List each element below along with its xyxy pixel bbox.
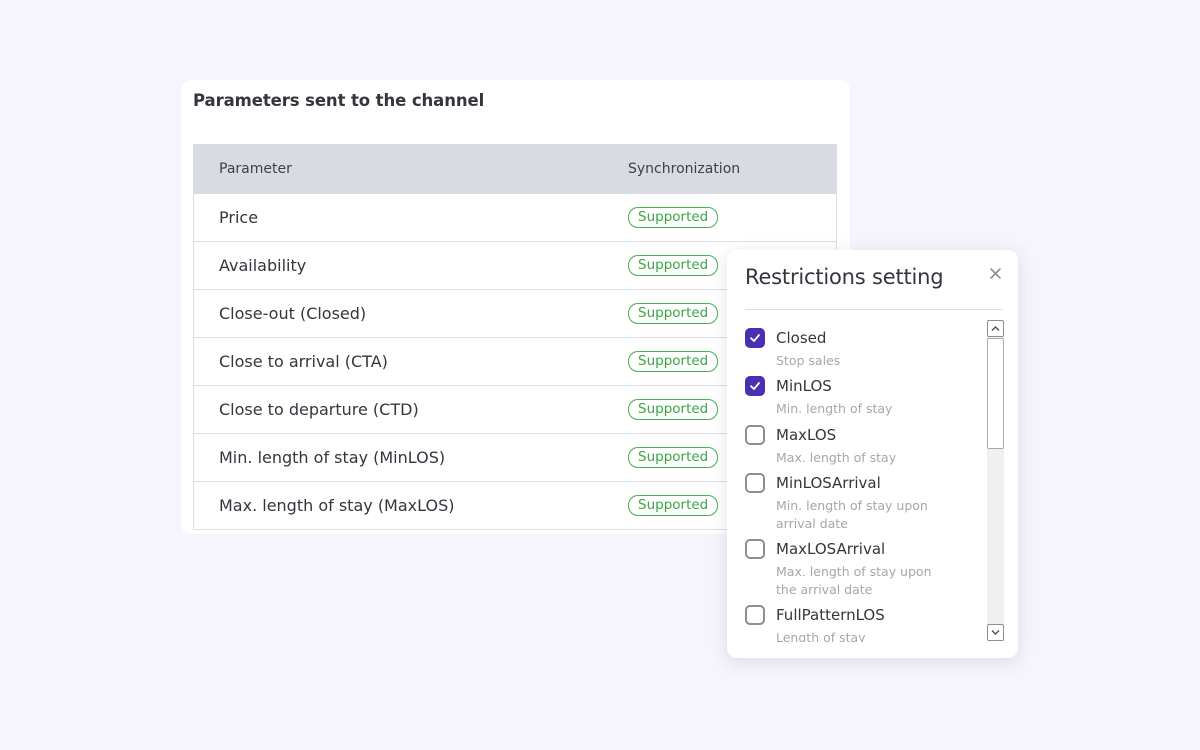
checkmark-icon <box>750 382 760 390</box>
status-badge: Supported <box>628 207 719 228</box>
restriction-description: Min. length of stay upon arrival date <box>776 498 928 531</box>
parameters-title: Parameters sent to the channel <box>193 91 485 110</box>
checkmark-icon <box>750 334 760 342</box>
status-badge: Supported <box>628 303 719 324</box>
restriction-description: Min. length of stay <box>776 401 893 416</box>
checkbox[interactable] <box>745 425 765 445</box>
checkbox[interactable] <box>745 539 765 559</box>
checkbox[interactable] <box>745 328 765 348</box>
restriction-name: MinLOS <box>776 377 832 395</box>
parameter-name: Min. length of stay (MinLOS) <box>219 448 446 467</box>
restrictions-list: Closed Stop sales MinLOS Min. length of … <box>745 320 985 642</box>
scroll-thumb[interactable] <box>987 338 1004 449</box>
restriction-name: MaxLOS <box>776 426 837 444</box>
checkbox[interactable] <box>745 473 765 493</box>
table-row: Price Supported <box>193 194 837 242</box>
status-badge: Supported <box>628 255 719 276</box>
parameter-name: Close-out (Closed) <box>219 304 367 323</box>
parameter-name: Price <box>219 208 259 227</box>
parameter-name: Max. length of stay (MaxLOS) <box>219 496 455 515</box>
status-badge: Supported <box>628 495 719 516</box>
table-header: Parameter Synchronization <box>193 144 837 194</box>
scroll-down-button[interactable] <box>987 624 1004 641</box>
checkbox[interactable] <box>745 605 765 625</box>
restriction-name: MaxLOSArrival <box>776 540 886 558</box>
parameter-name: Close to departure (CTD) <box>219 400 419 419</box>
status-badge: Supported <box>628 351 719 372</box>
chevron-up-icon <box>991 326 1000 331</box>
column-header-parameter: Parameter <box>219 161 292 177</box>
restriction-description: Max. length of stay upon the arrival dat… <box>776 564 932 597</box>
scroll-up-button[interactable] <box>987 320 1004 337</box>
parameter-name: Availability <box>219 256 307 275</box>
popup-title: Restrictions setting <box>745 265 944 289</box>
checkbox[interactable] <box>745 376 765 396</box>
close-icon <box>990 268 1001 279</box>
popup-divider <box>745 309 1003 310</box>
close-button[interactable] <box>986 264 1006 284</box>
restriction-name: MinLOSArrival <box>776 474 881 492</box>
parameter-name: Close to arrival (CTA) <box>219 352 388 371</box>
status-badge: Supported <box>628 399 719 420</box>
chevron-down-icon <box>991 630 1000 635</box>
restriction-name: Closed <box>776 329 827 347</box>
status-badge: Supported <box>628 447 719 468</box>
column-header-synchronization: Synchronization <box>628 161 741 177</box>
restriction-name: FullPatternLOS <box>776 606 885 624</box>
restriction-description: Stop sales <box>776 353 841 368</box>
restriction-description: Length of stay <box>776 630 866 642</box>
scrollbar[interactable] <box>987 320 1004 641</box>
restriction-description: Max. length of stay <box>776 450 897 465</box>
restrictions-popup: Restrictions setting Closed Stop sales M… <box>727 250 1018 658</box>
